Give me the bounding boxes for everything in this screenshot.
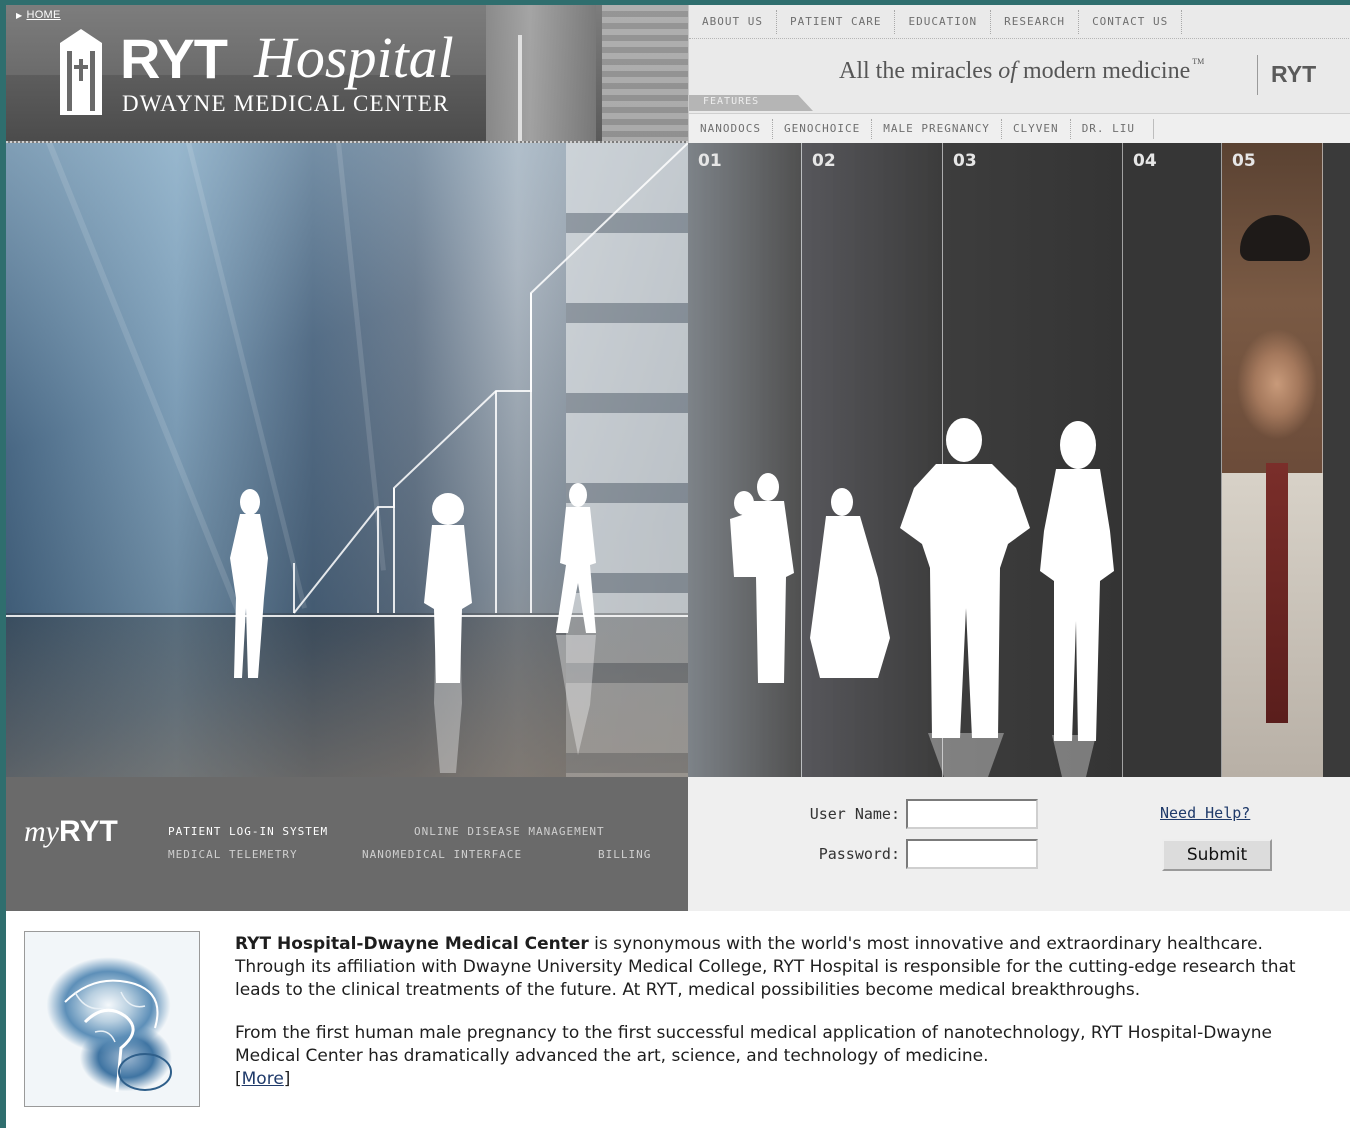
logo-subtitle: DWAYNE MEDICAL CENTER xyxy=(122,91,450,116)
tagline-brand: RYT xyxy=(1271,61,1317,87)
silhouette-man-hands-hips xyxy=(900,418,1030,738)
brain-xray-image xyxy=(24,931,200,1107)
need-help-link[interactable]: Need Help? xyxy=(1160,804,1250,822)
silhouette-woman-standing xyxy=(1040,421,1114,741)
portal-link-online-disease-management[interactable]: ONLINE DISEASE MANAGEMENT xyxy=(414,825,605,838)
intro-paragraph-2: From the first human male pregnancy to t… xyxy=(235,1022,1315,1091)
nav-about-us[interactable]: ABOUT US xyxy=(689,9,777,34)
portrait-hair xyxy=(1240,215,1310,261)
background-spire xyxy=(518,35,522,141)
more-link[interactable]: More xyxy=(242,1069,284,1089)
feature-column-edge xyxy=(1323,143,1350,777)
logo-wordmark-ryt[interactable]: RYT xyxy=(120,29,228,89)
feature-genochoice[interactable]: GENOCHOICE xyxy=(773,118,873,139)
nav-research[interactable]: RESEARCH xyxy=(991,9,1080,34)
nav-education[interactable]: EDUCATION xyxy=(895,9,992,34)
nav-patient-care[interactable]: PATIENT CARE xyxy=(777,9,896,34)
tagline-of: of xyxy=(998,58,1017,84)
feature-nav: NANODOCS GENOCHOICE MALE PREGNANCY CLYVE… xyxy=(689,113,1350,143)
background-tower xyxy=(486,5,596,141)
column-number: 02 xyxy=(812,151,836,171)
page-frame: ▶ HOME RYT Hospital DWAYNE MEDICAL CENTER… xyxy=(6,5,1350,1128)
nav-contact-us[interactable]: CONTACT US xyxy=(1079,9,1183,34)
login-form: User Name: Password: Need Help? Submit xyxy=(688,777,1350,911)
portal-link-patient-login[interactable]: PATIENT LOG-IN SYSTEM xyxy=(168,825,328,838)
more-bracket-close: ] xyxy=(283,1069,291,1089)
intro-text: RYT Hospital-Dwayne Medical Center is sy… xyxy=(235,933,1315,1111)
feature-column-04[interactable]: 04 xyxy=(1123,143,1222,777)
brain-vessels-graphic xyxy=(64,979,172,1093)
logo-header: ▶ HOME RYT Hospital DWAYNE MEDICAL CENTER xyxy=(6,5,688,143)
feature-nanodocs[interactable]: NANODOCS xyxy=(689,118,773,139)
column-number: 04 xyxy=(1133,151,1157,171)
tagline-part2: modern medicine xyxy=(1022,58,1191,84)
feature-column-05[interactable]: 05 xyxy=(1222,143,1323,777)
top-nav: ABOUT US PATIENT CARE EDUCATION RESEARCH… xyxy=(689,5,1350,39)
username-input[interactable] xyxy=(906,799,1038,829)
intro-paragraph-1: RYT Hospital-Dwayne Medical Center is sy… xyxy=(235,933,1315,1002)
portal-link-medical-telemetry[interactable]: MEDICAL TELEMETRY xyxy=(168,848,298,861)
home-link[interactable]: ▶ HOME xyxy=(16,9,61,21)
silhouette-reflection xyxy=(556,635,596,755)
column-number: 05 xyxy=(1232,151,1256,171)
header-right: ABOUT US PATIENT CARE EDUCATION RESEARCH… xyxy=(688,5,1350,143)
silhouette-reflection xyxy=(1052,735,1096,777)
feature-male-pregnancy[interactable]: MALE PREGNANCY xyxy=(872,118,1002,139)
tagline-divider xyxy=(1257,55,1258,95)
intro-org-name: RYT Hospital-Dwayne Medical Center xyxy=(235,934,589,954)
hospital-logo-icon xyxy=(60,29,102,115)
silhouette-man-walking xyxy=(556,483,596,633)
column-number: 03 xyxy=(953,151,977,171)
portrait-tie xyxy=(1266,463,1288,723)
silhouette-couple xyxy=(730,473,794,683)
hero-atrium-image[interactable] xyxy=(6,143,688,777)
myryt-logo[interactable]: myRYT xyxy=(24,815,118,849)
password-label: Password: xyxy=(818,845,900,863)
hero-banner: 01 02 03 04 05 xyxy=(6,143,1350,777)
myryt-logo-my: my xyxy=(24,815,59,848)
feature-clyven[interactable]: CLYVEN xyxy=(1002,118,1071,139)
intro-paragraph-2-body: From the first human male pregnancy to t… xyxy=(235,1023,1272,1066)
silhouette-woman-seated xyxy=(810,488,890,678)
trademark-mark: TM xyxy=(1192,57,1205,66)
silhouette-woman xyxy=(230,489,268,678)
silhouette-reflection xyxy=(434,623,462,773)
tagline: All the miracles of modern medicine TM xyxy=(839,57,1204,85)
intro-content: RYT Hospital-Dwayne Medical Center is sy… xyxy=(6,911,1350,1128)
column-number: 01 xyxy=(698,151,722,171)
home-link-label: HOME xyxy=(26,9,61,21)
password-input[interactable] xyxy=(906,839,1038,869)
triangle-right-icon: ▶ xyxy=(16,11,23,20)
silhouette-reflection xyxy=(928,733,1004,777)
more-bracket-open: [ xyxy=(235,1069,242,1089)
tagline-part1: All the miracles xyxy=(839,58,993,84)
portal-link-billing[interactable]: BILLING xyxy=(598,848,651,861)
username-label: User Name: xyxy=(809,805,900,823)
background-tower-windows xyxy=(602,5,688,141)
myryt-logo-ryt: RYT xyxy=(58,815,118,848)
hero-feature-columns: 01 02 03 04 05 xyxy=(688,143,1350,777)
submit-button[interactable]: Submit xyxy=(1162,839,1272,871)
features-label: FEATURES xyxy=(703,96,760,107)
myryt-portal-band: myRYT PATIENT LOG-IN SYSTEM ONLINE DISEA… xyxy=(6,777,688,911)
feature-dr-liu[interactable]: DR. LIU xyxy=(1071,118,1155,139)
logo-wordmark-hospital[interactable]: Hospital xyxy=(254,27,454,89)
portal-link-nanomedical-interface[interactable]: NANOMEDICAL INTERFACE xyxy=(362,848,522,861)
